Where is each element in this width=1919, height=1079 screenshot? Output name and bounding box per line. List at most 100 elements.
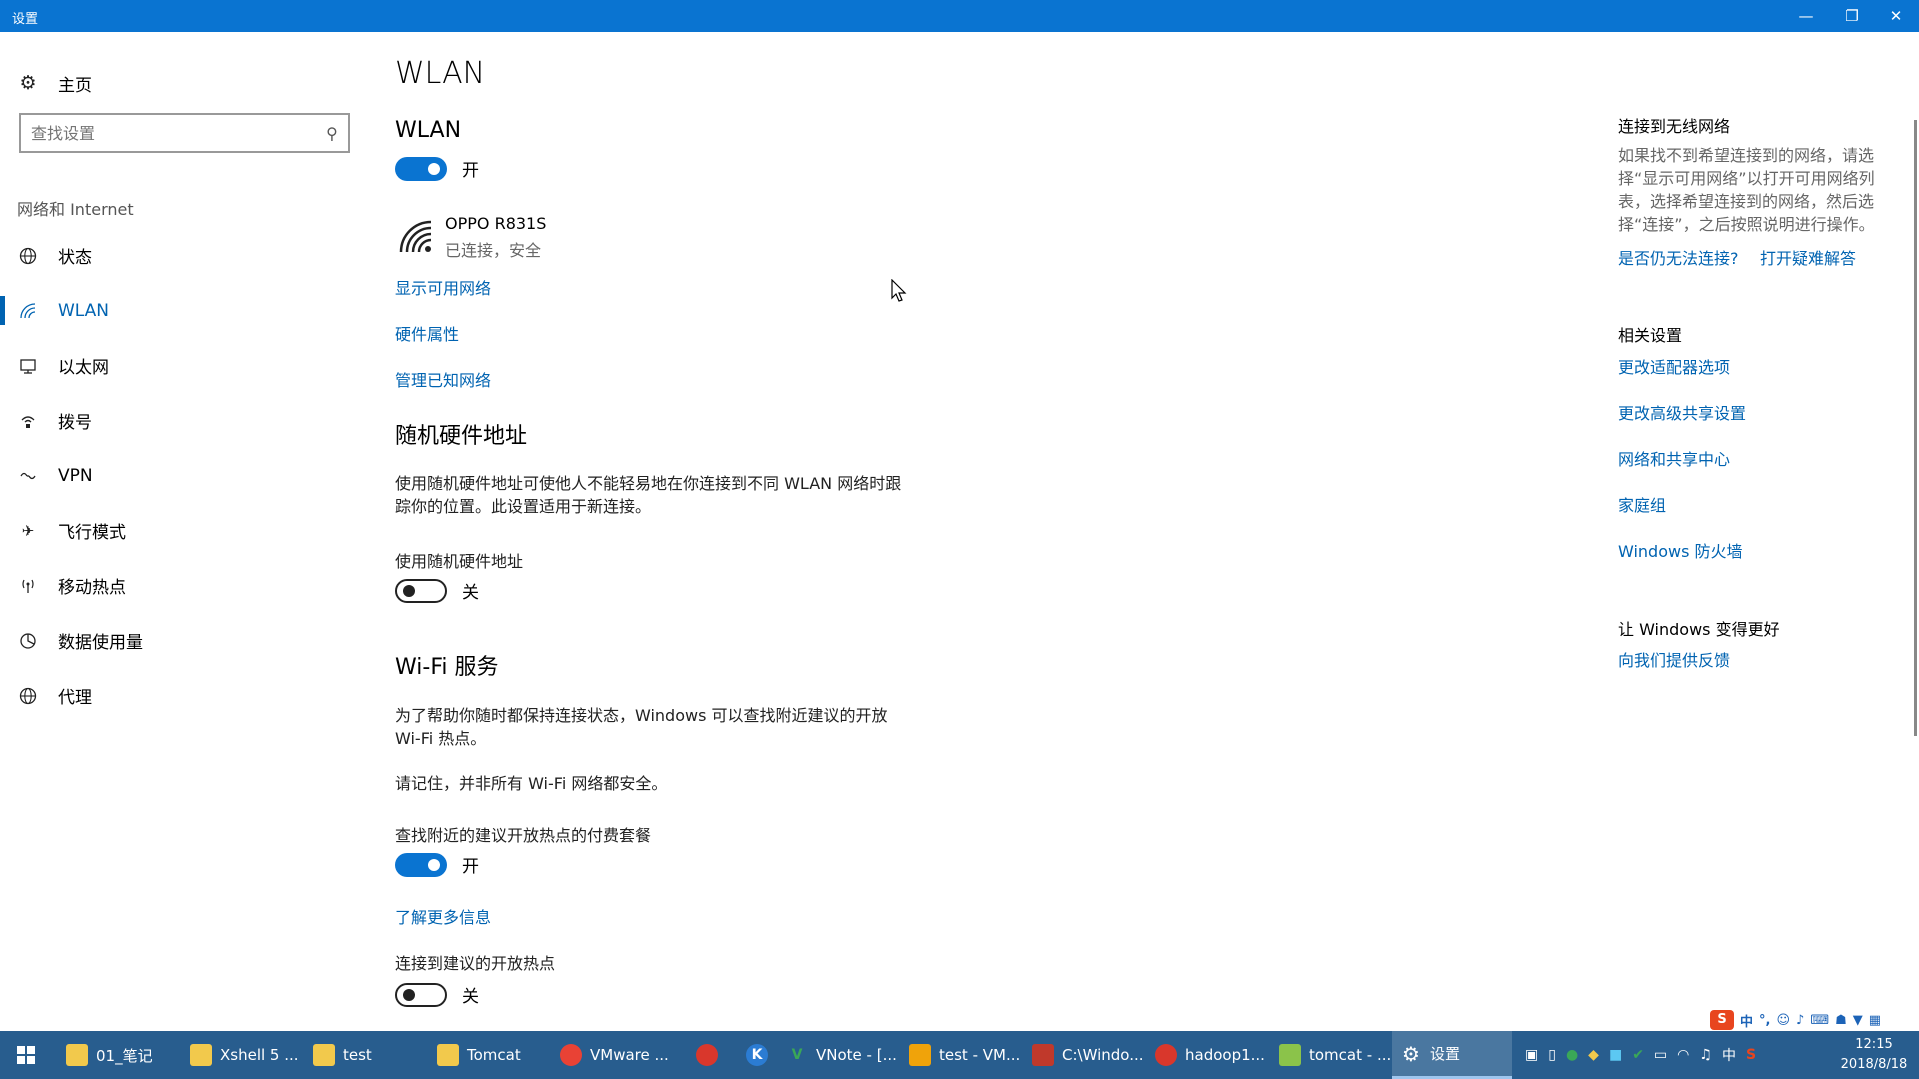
taskbar-item-label: Xshell 5 ... bbox=[220, 1046, 299, 1064]
wlan-toggle[interactable] bbox=[395, 156, 447, 181]
related-link-network-center[interactable]: 网络和共享中心 bbox=[1618, 446, 1730, 470]
sidebar-item-label: 状态 bbox=[58, 248, 92, 268]
hotspot-icon bbox=[18, 576, 38, 596]
volume-icon[interactable]: ♫ bbox=[1699, 1047, 1712, 1063]
network-icon[interactable]: ◠ bbox=[1677, 1047, 1689, 1063]
taskbar-item-vnote[interactable]: V VNote - [... bbox=[786, 1031, 906, 1079]
random-hw-toggle-state: 关 bbox=[462, 583, 479, 603]
folder-icon bbox=[313, 1044, 335, 1066]
microphone-icon[interactable]: ♪ bbox=[1796, 1013, 1804, 1028]
taskbar-item-xftp[interactable]: tomcat - ... bbox=[1279, 1031, 1399, 1079]
sidebar-item-ethernet[interactable]: 以太网 bbox=[0, 338, 370, 393]
related-link-homegroup[interactable]: 家庭组 bbox=[1618, 492, 1666, 516]
related-link-adapter[interactable]: 更改适配器选项 bbox=[1618, 354, 1730, 378]
connect-hotspots-toggle[interactable] bbox=[395, 982, 447, 1007]
chrome-icon bbox=[560, 1044, 582, 1066]
tray-sync-icon[interactable]: ■ bbox=[1609, 1047, 1622, 1063]
k-icon: K bbox=[746, 1044, 768, 1066]
taskbar: 01_笔记 Xshell 5 ... test Tomcat VMware ..… bbox=[0, 1031, 1919, 1079]
clock[interactable]: 12:15 2018/8/18 bbox=[1832, 1035, 1916, 1075]
start-button[interactable] bbox=[0, 1031, 52, 1079]
paid-plans-toggle-row: 开 bbox=[395, 852, 479, 877]
taskbar-item-cmd[interactable]: C:\Windo... bbox=[1032, 1031, 1152, 1079]
sidebar-item-status[interactable]: 状态 bbox=[0, 228, 370, 283]
taskbar-item-xshell[interactable]: hadoop1... bbox=[1155, 1031, 1275, 1079]
sidebar-item-wlan[interactable]: WLAN bbox=[0, 283, 370, 338]
folder-icon bbox=[66, 1044, 88, 1066]
connect-heading: 连接到无线网络 bbox=[1618, 117, 1731, 136]
hardware-properties-link[interactable]: 硬件属性 bbox=[395, 321, 459, 345]
taskbar-item-k[interactable]: K bbox=[733, 1031, 781, 1079]
tray-usb-icon[interactable]: ▯ bbox=[1548, 1047, 1556, 1063]
sidebar-item-airplane[interactable]: ✈ 飞行模式 bbox=[0, 503, 370, 558]
close-button[interactable]: ✕ bbox=[1873, 0, 1919, 32]
sidebar-nav: 状态 WLAN 以太网 拨号 VPN ✈ 飞行模式 移动热点 数据使用量 代理 bbox=[0, 228, 370, 723]
wifi-service-note: 请记住，并非所有 Wi-Fi 网络都安全。 bbox=[395, 774, 668, 793]
taskbar-item-app[interactable] bbox=[683, 1031, 731, 1079]
section-label: 网络和 Internet bbox=[17, 200, 134, 219]
feedback-link[interactable]: 向我们提供反馈 bbox=[1618, 647, 1730, 671]
home-nav[interactable]: ⚙ 主页 bbox=[18, 68, 92, 98]
show-networks-link[interactable]: 显示可用网络 bbox=[395, 275, 491, 299]
taskbar-item-xshell-folder[interactable]: Xshell 5 ... bbox=[190, 1031, 310, 1079]
taskbar-item-test-folder[interactable]: test bbox=[313, 1031, 433, 1079]
taskbar-item-vmware[interactable]: test - VM... bbox=[909, 1031, 1029, 1079]
sidebar-item-dialup[interactable]: 拨号 bbox=[0, 393, 370, 448]
ethernet-icon bbox=[18, 356, 38, 376]
globe-icon bbox=[18, 686, 38, 706]
ime-toolbar[interactable]: S 中 °, ☺ ♪ ⌨ ☗ ▼ ▦ bbox=[1710, 1008, 1881, 1032]
related-link-sharing[interactable]: 更改高级共享设置 bbox=[1618, 400, 1746, 424]
troubleshooter-link[interactable]: 打开疑难解答 bbox=[1760, 245, 1856, 269]
learn-more-link[interactable]: 了解更多信息 bbox=[395, 904, 491, 928]
keyboard-icon[interactable]: ⌨ bbox=[1810, 1013, 1829, 1028]
related-link-firewall[interactable]: Windows 防火墙 bbox=[1618, 538, 1743, 562]
sogou-s-icon[interactable]: S bbox=[1710, 1010, 1734, 1030]
search-input[interactable] bbox=[31, 123, 327, 143]
punctuation-icon[interactable]: °, bbox=[1759, 1013, 1770, 1028]
minimize-button[interactable]: — bbox=[1783, 0, 1829, 32]
taskbar-item-chrome[interactable]: VMware ... bbox=[560, 1031, 680, 1079]
tray-sogou-icon[interactable]: S bbox=[1746, 1047, 1756, 1063]
network-status: 已连接，安全 bbox=[445, 241, 542, 260]
help-panel: 连接到无线网络 如果找不到希望连接到的网络，请选择“显示可用网络”以打开可用网络… bbox=[1618, 32, 1908, 1031]
wlan-toggle-state: 开 bbox=[462, 161, 479, 181]
tray-cloud-icon[interactable]: ◆ bbox=[1588, 1047, 1599, 1063]
random-hw-toggle[interactable] bbox=[395, 578, 447, 603]
tray-app-icon[interactable]: ▣ bbox=[1525, 1047, 1538, 1063]
connected-network[interactable]: OPPO R831S 已连接，安全 bbox=[395, 214, 546, 261]
vnote-icon: V bbox=[791, 1047, 803, 1063]
sidebar-item-label: 拨号 bbox=[58, 413, 92, 433]
random-hw-description: 使用随机硬件地址可使他人不能轻易地在你连接到不同 WLAN 网络时跟踪你的位置。… bbox=[395, 474, 902, 516]
scrollbar[interactable] bbox=[1914, 120, 1917, 736]
restore-button[interactable]: ❐ bbox=[1829, 0, 1875, 32]
taskbar-item-tomcat-folder[interactable]: Tomcat bbox=[437, 1031, 557, 1079]
connect-hotspots-label: 连接到建议的开放热点 bbox=[395, 954, 556, 973]
shirt-icon[interactable]: ▼ bbox=[1853, 1013, 1863, 1028]
search-box[interactable]: ⚲ bbox=[19, 113, 350, 153]
tray-language[interactable]: 中 bbox=[1722, 1045, 1736, 1065]
taskbar-item-label: tomcat - ... bbox=[1309, 1046, 1392, 1064]
sidebar-item-proxy[interactable]: 代理 bbox=[0, 668, 370, 723]
globe-icon bbox=[18, 246, 38, 266]
sidebar-item-data-usage[interactable]: 数据使用量 bbox=[0, 613, 370, 668]
sidebar-item-vpn[interactable]: VPN bbox=[0, 448, 370, 503]
wifi-service-description: 为了帮助你随时都保持连接状态，Windows 可以查找附近建议的开放 Wi-Fi… bbox=[395, 706, 888, 748]
sidebar: ⚙ 主页 ⚲ 网络和 Internet 状态 WLAN 以太网 bbox=[0, 32, 370, 1031]
search-icon[interactable]: ⚲ bbox=[326, 124, 338, 143]
paid-plans-toggle[interactable] bbox=[395, 852, 447, 877]
battery-icon[interactable]: ▭ bbox=[1654, 1047, 1667, 1063]
tray-vnote-icon[interactable]: ✔ bbox=[1632, 1047, 1644, 1063]
emoji-icon[interactable]: ☺ bbox=[1776, 1013, 1790, 1028]
grid-icon[interactable]: ▦ bbox=[1869, 1013, 1881, 1028]
manage-known-networks-link[interactable]: 管理已知网络 bbox=[395, 367, 491, 391]
user-icon[interactable]: ☗ bbox=[1835, 1013, 1847, 1028]
clock-date: 2018/8/18 bbox=[1840, 1057, 1908, 1072]
ime-language-label[interactable]: 中 bbox=[1740, 1011, 1753, 1030]
related-settings-heading: 相关设置 bbox=[1618, 326, 1683, 345]
still-cannot-connect-link[interactable]: 是否仍无法连接? bbox=[1618, 245, 1739, 269]
sidebar-item-hotspot[interactable]: 移动热点 bbox=[0, 558, 370, 613]
dialup-icon bbox=[18, 411, 38, 431]
taskbar-item-notes[interactable]: 01_笔记 bbox=[66, 1031, 186, 1079]
taskbar-item-settings[interactable]: ⚙ 设置 bbox=[1392, 1031, 1512, 1079]
tray-shield-icon[interactable]: ● bbox=[1566, 1047, 1578, 1063]
